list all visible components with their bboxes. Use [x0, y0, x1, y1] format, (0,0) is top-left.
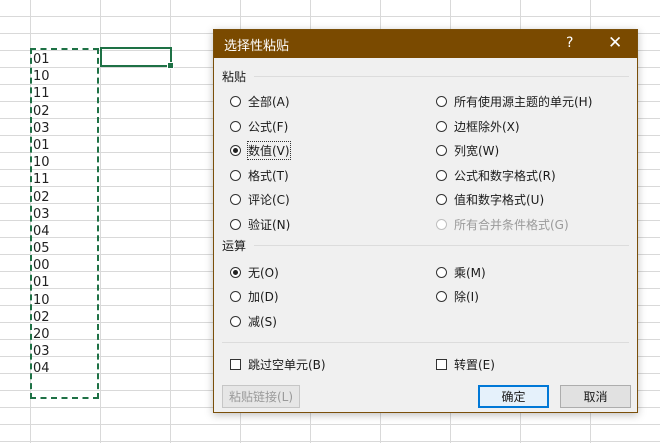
radio-icon[interactable]: [436, 291, 447, 302]
radio-icon[interactable]: [230, 194, 241, 205]
fill-handle[interactable]: [167, 62, 174, 69]
paste-option-values-number-formats[interactable]: 值和数字格式(U): [436, 191, 544, 208]
paste-option-formulas[interactable]: 公式(F): [230, 118, 288, 135]
copy-marquee: [30, 48, 99, 399]
paste-option-values[interactable]: 数值(V): [230, 141, 291, 160]
paste-option-comments[interactable]: 评论(C): [230, 191, 290, 208]
paste-option-column-widths[interactable]: 列宽(W): [436, 142, 499, 159]
paste-option-all[interactable]: 全部(A): [230, 93, 290, 110]
paste-link-button: 粘贴链接(L): [222, 385, 300, 408]
paste-option-except-borders[interactable]: 边框除外(X): [436, 118, 520, 135]
radio-icon[interactable]: [436, 96, 447, 107]
close-icon[interactable]: ✕: [608, 33, 622, 53]
radio-disabled-icon: [436, 219, 447, 230]
radio-selected-icon[interactable]: [230, 145, 241, 156]
radio-icon[interactable]: [230, 170, 241, 181]
radio-icon[interactable]: [230, 121, 241, 132]
paste-section-label: 粘贴: [222, 70, 247, 84]
paste-special-dialog: 选择性粘贴 ? ✕ 粘贴 全部(A) 公式(F) 数值(V) 格式(T) 评论(…: [213, 29, 638, 413]
operation-section-label: 运算: [222, 239, 247, 253]
operation-option-none[interactable]: 无(O): [230, 264, 279, 281]
cancel-button[interactable]: 取消: [560, 385, 631, 408]
radio-icon[interactable]: [436, 267, 447, 278]
radio-selected-icon[interactable]: [230, 267, 241, 278]
transpose-checkbox[interactable]: 转置(E): [436, 356, 495, 373]
radio-icon[interactable]: [230, 316, 241, 327]
dialog-titlebar[interactable]: 选择性粘贴 ? ✕: [214, 30, 637, 58]
operation-option-multiply[interactable]: 乘(M): [436, 264, 486, 281]
radio-icon[interactable]: [436, 170, 447, 181]
operation-option-divide[interactable]: 除(I): [436, 288, 479, 305]
ok-button[interactable]: 确定: [478, 385, 549, 408]
paste-option-formats[interactable]: 格式(T): [230, 167, 289, 184]
dialog-title: 选择性粘贴: [224, 38, 290, 54]
radio-icon[interactable]: [230, 219, 241, 230]
skip-blanks-checkbox[interactable]: 跳过空单元(B): [230, 356, 326, 373]
operation-section-divider: [254, 245, 629, 246]
paste-option-formulas-number-formats[interactable]: 公式和数字格式(R): [436, 167, 556, 184]
paste-option-merge-conditional-formats: 所有合并条件格式(G): [436, 216, 569, 233]
radio-icon[interactable]: [436, 145, 447, 156]
radio-icon[interactable]: [230, 96, 241, 107]
paste-option-validation[interactable]: 验证(N): [230, 216, 290, 233]
checkbox-icon[interactable]: [230, 359, 241, 370]
active-cell[interactable]: [100, 47, 174, 69]
radio-icon[interactable]: [230, 291, 241, 302]
paste-section-divider: [254, 76, 629, 77]
help-icon[interactable]: ?: [566, 35, 573, 51]
options-divider: [222, 342, 629, 343]
checkbox-icon[interactable]: [436, 359, 447, 370]
radio-icon[interactable]: [436, 121, 447, 132]
operation-option-add[interactable]: 加(D): [230, 288, 279, 305]
radio-icon[interactable]: [436, 194, 447, 205]
paste-option-source-theme[interactable]: 所有使用源主题的单元(H): [436, 93, 592, 110]
operation-option-subtract[interactable]: 减(S): [230, 313, 277, 330]
